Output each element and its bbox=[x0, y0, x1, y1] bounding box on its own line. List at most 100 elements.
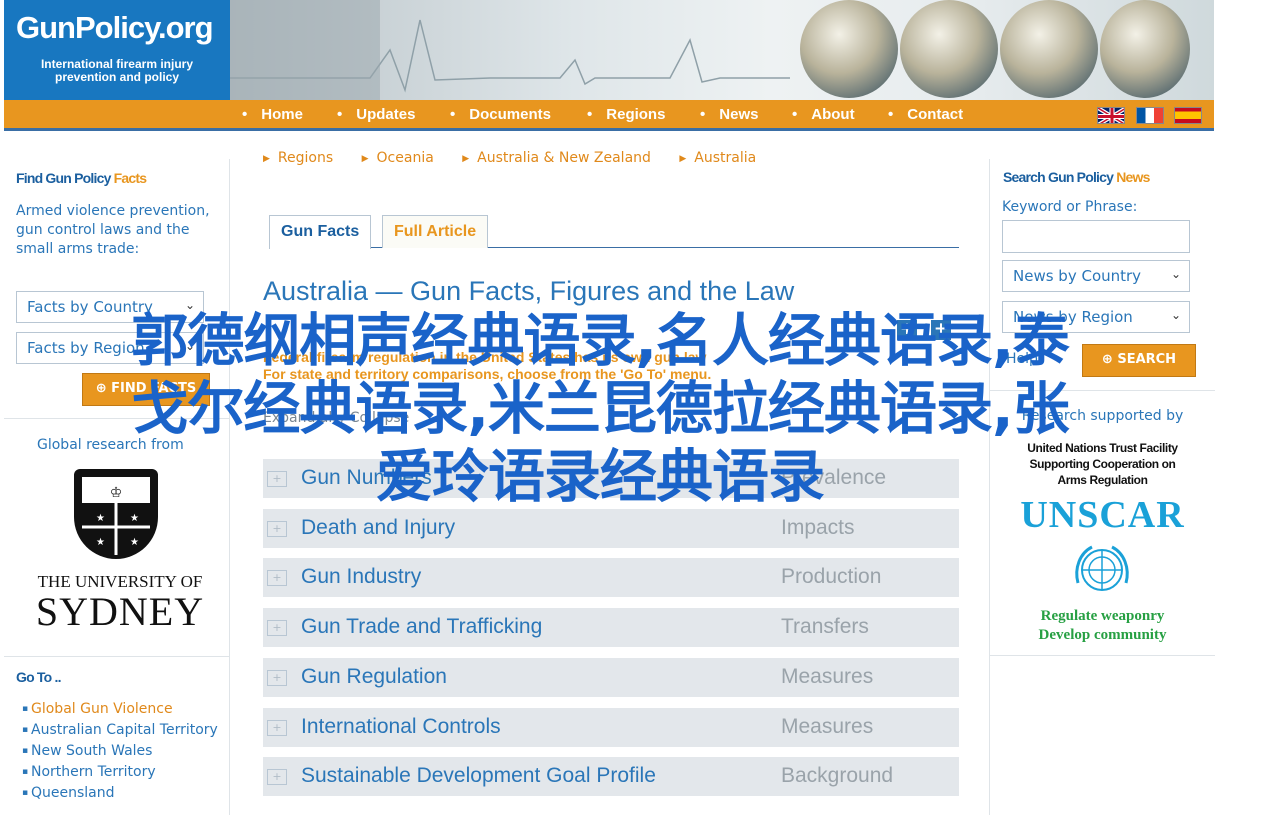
section-category: Prevalence bbox=[781, 466, 887, 489]
site-header: GunPolicy.org International firearm inju… bbox=[4, 0, 1214, 100]
header-banner bbox=[230, 0, 1214, 100]
globe-image bbox=[1100, 0, 1190, 98]
main-nav: • Home • Updates • Documents • Regions • News… bbox=[4, 100, 1214, 131]
france-flag-icon[interactable] bbox=[1136, 107, 1164, 124]
spain-flag-icon[interactable] bbox=[1174, 107, 1202, 124]
section-category: Measures bbox=[781, 715, 874, 738]
news-by-region-select[interactable]: News by Region ⌄ bbox=[1002, 301, 1190, 333]
svg-text:★: ★ bbox=[96, 537, 105, 548]
find-facts-description: Armed violence prevention, gun control l… bbox=[16, 203, 210, 257]
expand-icon: + bbox=[267, 720, 287, 736]
university-of-sydney-logo[interactable]: ♔ ★ ★ ★ ★ THE UNIVERSITY OF SYDNEY bbox=[24, 464, 216, 634]
search-button[interactable]: ⊕ SEARCH bbox=[1082, 344, 1196, 377]
facts-by-region-select[interactable]: Facts by Region ⌄ bbox=[16, 332, 204, 364]
caret-right-icon: ▶ bbox=[679, 154, 687, 164]
goto-panel: Go To .. Global Gun Violence Australian … bbox=[4, 656, 230, 815]
intro-line: For state and territory comparisons, cho… bbox=[263, 366, 712, 382]
nav-regions[interactable]: • Regions bbox=[587, 106, 665, 123]
breadcrumb-anz[interactable]: ▶ Australia & New Zealand bbox=[462, 150, 651, 166]
nav-about[interactable]: • About bbox=[792, 106, 855, 123]
section-death-and-injury[interactable]: + Death and Injury Impacts bbox=[263, 509, 959, 549]
expand-icon: + bbox=[267, 521, 287, 537]
intro-text: Federal firearm regulation in the United… bbox=[263, 349, 823, 383]
section-label: Gun Regulation bbox=[301, 665, 447, 688]
slogan-line: Regulate weaponry bbox=[1040, 608, 1165, 624]
facts-by-country-select[interactable]: Facts by Country ⌄ bbox=[16, 291, 204, 323]
unrta-line: United Nations Trust Facility bbox=[1027, 441, 1178, 455]
section-label: International Controls bbox=[301, 715, 501, 738]
sidebar-divider bbox=[990, 655, 1215, 656]
section-category: Transfers bbox=[781, 615, 869, 638]
nav-documents[interactable]: • Documents bbox=[450, 106, 551, 123]
breadcrumb-regions[interactable]: ▶ Regions bbox=[263, 150, 333, 166]
section-gun-industry[interactable]: + Gun Industry Production bbox=[263, 558, 959, 598]
nav-updates[interactable]: • Updates bbox=[337, 106, 415, 123]
section-gun-regulation[interactable]: + Gun Regulation Measures bbox=[263, 658, 959, 698]
help-link[interactable]: Help bbox=[1006, 351, 1038, 367]
tab-bar: Gun Facts Full Article bbox=[269, 215, 959, 249]
goto-item-qld[interactable]: Queensland bbox=[22, 783, 222, 803]
svg-text:★: ★ bbox=[130, 513, 139, 524]
caret-right-icon: ▶ bbox=[462, 154, 470, 164]
add-icon[interactable]: + bbox=[897, 320, 917, 340]
search-news-title: Search Gun Policy News bbox=[1003, 169, 1150, 185]
section-international-controls[interactable]: + International Controls Measures bbox=[263, 708, 959, 748]
usyd-line2: SYDNEY bbox=[35, 589, 205, 634]
tab-gun-facts[interactable]: Gun Facts bbox=[269, 215, 372, 249]
section-sdg-profile[interactable]: + Sustainable Development Goal Profile B… bbox=[263, 757, 959, 797]
nav-contact[interactable]: • Contact bbox=[888, 106, 963, 123]
search-icon: ⊕ bbox=[1101, 352, 1118, 367]
caret-right-icon: ▶ bbox=[361, 154, 369, 164]
uk-flag-icon[interactable] bbox=[1097, 107, 1125, 124]
unrta-logo[interactable]: United Nations Trust Facility Supporting… bbox=[990, 440, 1215, 488]
section-label: Gun Numbers bbox=[301, 466, 432, 489]
unscar-logo[interactable]: UNSCAR bbox=[990, 493, 1215, 537]
add-icon[interactable]: + bbox=[931, 320, 951, 340]
expand-icon: + bbox=[267, 570, 287, 586]
globe-image bbox=[800, 0, 898, 98]
breadcrumb: ▶ Regions ▶ Oceania ▶ Australia & New Zeala… bbox=[263, 150, 780, 166]
caret-right-icon: ▶ bbox=[263, 154, 270, 164]
tab-full-article[interactable]: Full Article bbox=[382, 215, 489, 248]
find-facts-title: Find Gun Policy Facts bbox=[16, 170, 147, 186]
chevron-down-icon: ⌄ bbox=[184, 298, 195, 312]
keyword-input[interactable] bbox=[1002, 220, 1190, 253]
goto-item-nsw[interactable]: New South Wales bbox=[22, 741, 222, 761]
find-facts-panel: Find Gun Policy Facts Armed violence pre… bbox=[4, 159, 230, 419]
breadcrumb-australia[interactable]: ▶ Australia bbox=[679, 150, 756, 166]
section-label: Gun Industry bbox=[301, 565, 422, 588]
nav-label: About bbox=[811, 106, 855, 123]
chevron-down-icon: ⌄ bbox=[1170, 308, 1181, 322]
right-sidebar: Search Gun Policy News Keyword or Phrase… bbox=[989, 159, 1215, 815]
goto-list: Global Gun Violence Australian Capital T… bbox=[22, 699, 222, 804]
supported-by-text: Research supported by bbox=[1021, 408, 1184, 424]
search-icon: ⊕ bbox=[95, 381, 112, 396]
goto-item-global[interactable]: Global Gun Violence bbox=[22, 699, 222, 719]
site-logo[interactable]: GunPolicy.org International firearm inju… bbox=[4, 0, 230, 100]
nav-home[interactable]: • Home bbox=[242, 106, 303, 123]
breadcrumb-oceania[interactable]: ▶ Oceania bbox=[362, 150, 434, 166]
nav-label: News bbox=[719, 106, 759, 123]
page-title: Australia — Gun Facts, Figures and the L… bbox=[263, 276, 795, 306]
globe-image bbox=[900, 0, 998, 98]
expand-icon: + bbox=[267, 769, 287, 785]
news-by-country-select[interactable]: News by Country ⌄ bbox=[1002, 260, 1190, 292]
section-category: Impacts bbox=[781, 516, 855, 539]
goto-item-act[interactable]: Australian Capital Territory bbox=[22, 720, 222, 740]
unscar-slogan: Regulate weaponry Develop community bbox=[990, 607, 1215, 645]
section-label: Sustainable Development Goal Profile bbox=[301, 764, 656, 787]
nav-label: Documents bbox=[469, 106, 551, 123]
intro-line: Federal firearm regulation in the United… bbox=[263, 349, 707, 365]
goto-item-nt[interactable]: Northern Territory bbox=[22, 762, 222, 782]
expand-icon: + bbox=[267, 670, 287, 686]
find-facts-button[interactable]: ⊕ FIND FACTS bbox=[82, 373, 210, 406]
usyd-crest-icon: ♔ ★ ★ ★ ★ bbox=[74, 469, 158, 559]
slogan-line: Develop community bbox=[1038, 627, 1167, 643]
section-gun-numbers[interactable]: + Gun Numbers Prevalence bbox=[263, 459, 959, 499]
research-text: Global research from bbox=[37, 437, 184, 453]
section-gun-trade[interactable]: + Gun Trade and Trafficking Transfers bbox=[263, 608, 959, 648]
expand-collapse-link[interactable]: Expand all / Collapse bbox=[263, 410, 409, 426]
main-content: ▶ Regions ▶ Oceania ▶ Australia & New Zeala… bbox=[231, 136, 988, 815]
nav-news[interactable]: • News bbox=[700, 106, 758, 123]
goto-title: Go To .. bbox=[16, 669, 61, 685]
